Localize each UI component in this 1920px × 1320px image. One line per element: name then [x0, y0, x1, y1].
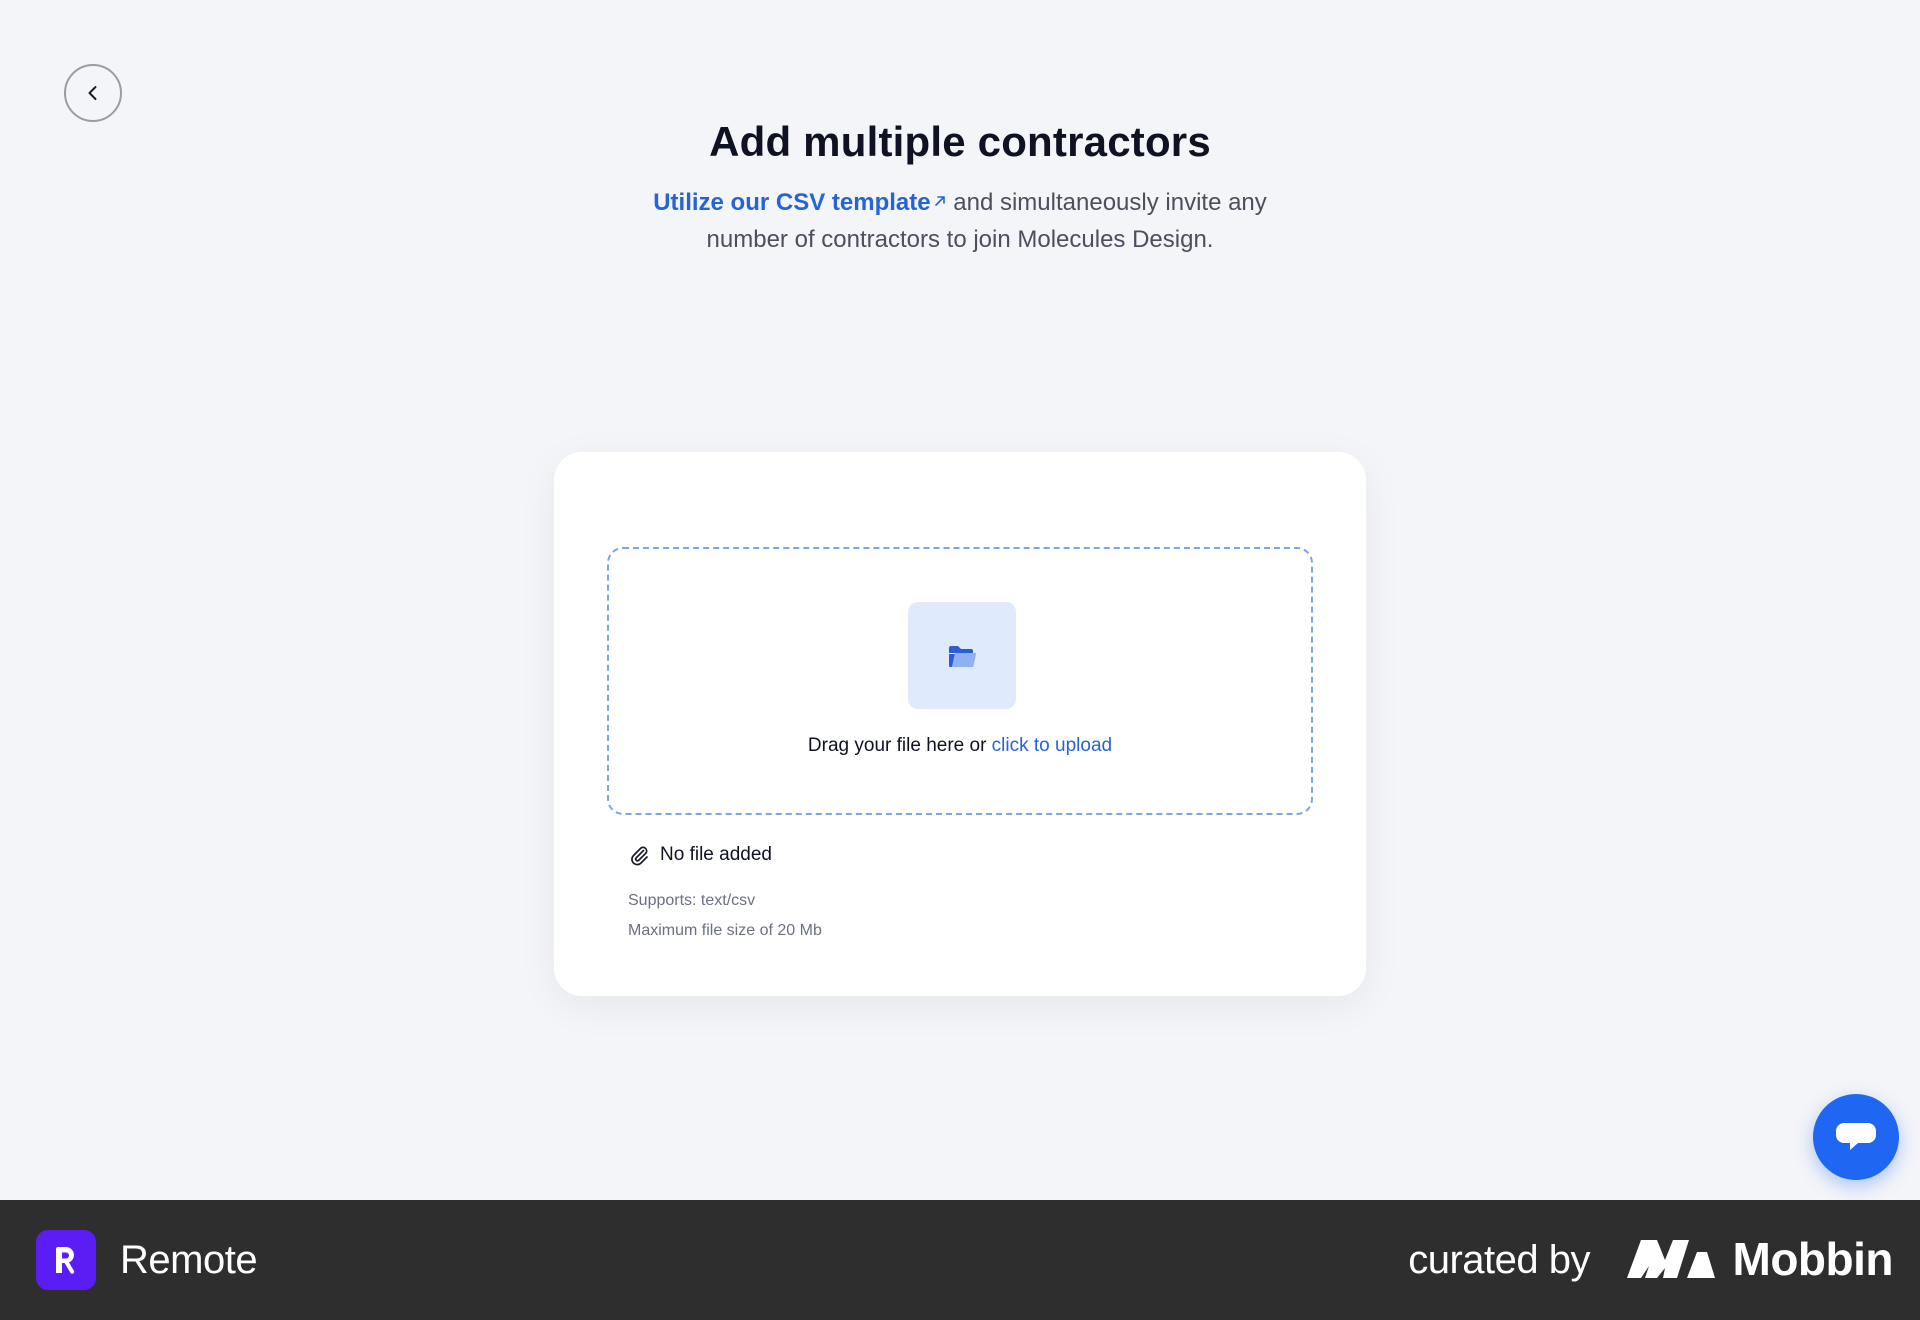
page-header: Add multiple contractors Utilize our CSV… — [0, 118, 1920, 258]
mobbin-logo-icon — [1627, 1240, 1715, 1278]
file-dropzone[interactable]: Drag your file here or click to upload — [607, 547, 1313, 815]
remote-r-icon — [56, 1247, 75, 1274]
click-to-upload-link[interactable]: click to upload — [992, 735, 1112, 756]
drop-instructions: Drag your file here or click to upload — [609, 735, 1311, 757]
remote-logo — [36, 1230, 96, 1290]
app-name: Remote — [120, 1238, 258, 1282]
file-status: No file added — [628, 844, 772, 866]
page-title: Add multiple contractors — [709, 118, 1211, 165]
file-status-text: No file added — [660, 844, 772, 865]
footer-bar: Remote curated by Mobbin — [0, 1200, 1920, 1320]
csv-template-link[interactable]: Utilize our CSV template — [653, 189, 946, 216]
paperclip-icon — [631, 846, 648, 866]
csv-template-link-label: Utilize our CSV template — [653, 189, 931, 216]
drop-text: Drag your file here or — [807, 735, 992, 756]
arrow-up-right-icon — [934, 196, 945, 206]
max-file-size: Maximum file size of 20 Mb — [628, 922, 822, 939]
brand-name: Mobbin — [1732, 1233, 1894, 1285]
back-button[interactable] — [64, 64, 122, 122]
curated-by-label: curated by — [1408, 1238, 1590, 1282]
chat-bubble-icon — [1836, 1123, 1876, 1150]
folder-tile — [908, 602, 1016, 709]
upload-card: Drag your file here or click to upload N… — [554, 452, 1366, 996]
folder-icon — [949, 645, 977, 667]
page-subtitle: Utilize our CSV template and simultaneou… — [610, 184, 1310, 258]
supported-types: Supports: text/csv — [628, 892, 756, 909]
chat-button[interactable] — [1813, 1094, 1899, 1180]
page: Add multiple contractors Utilize our CSV… — [0, 0, 1920, 1200]
chevron-left-icon — [88, 86, 97, 100]
